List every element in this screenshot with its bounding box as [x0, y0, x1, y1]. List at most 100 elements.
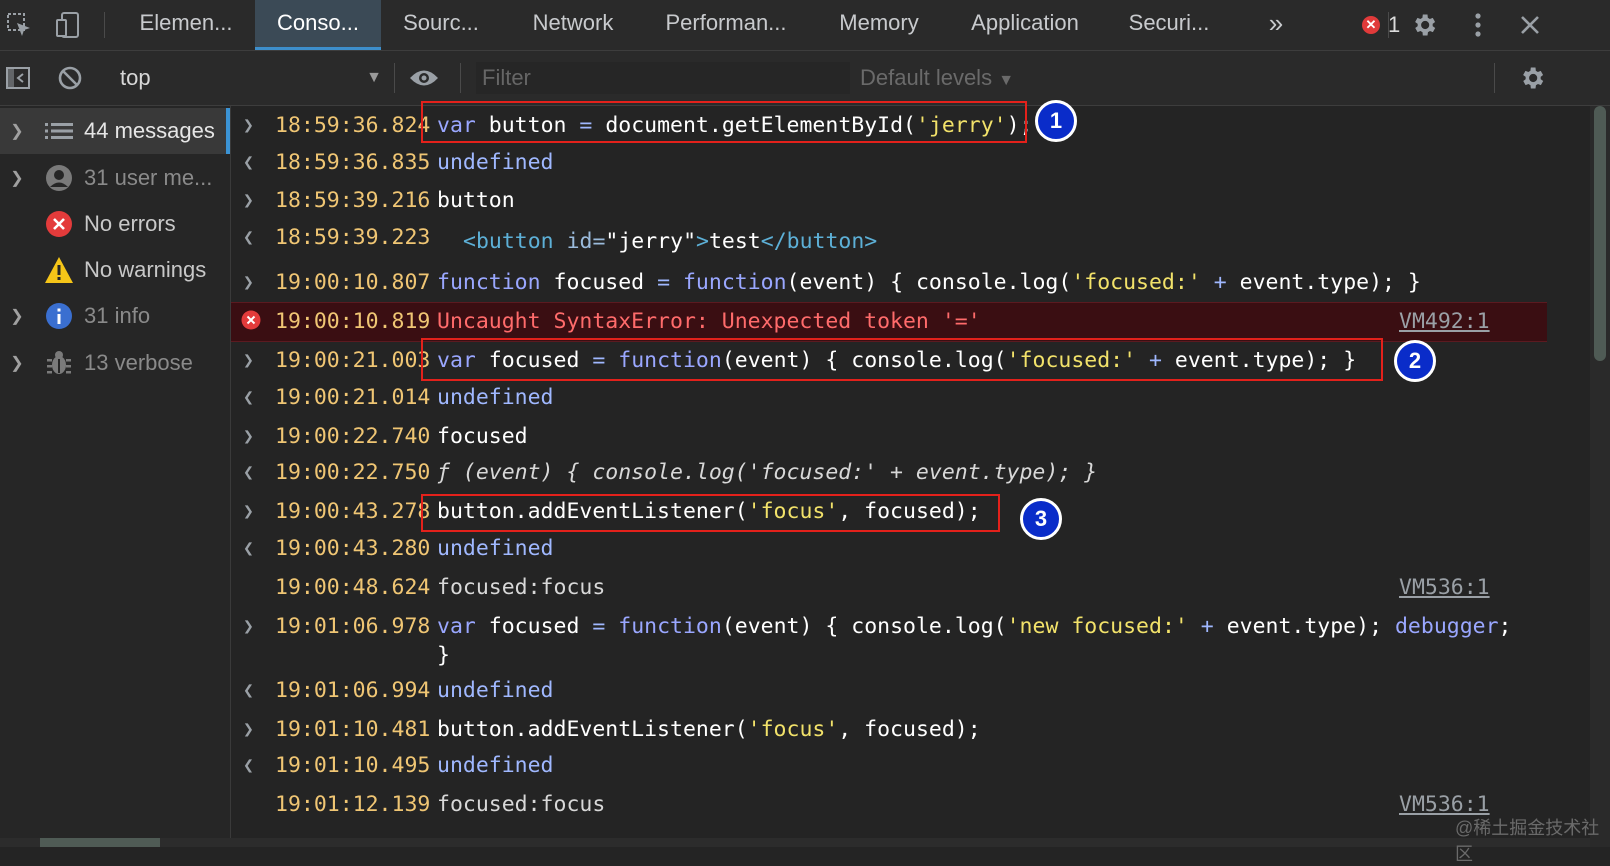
timestamp: 19:00:21.014: [275, 385, 431, 410]
tab-security[interactable]: Securi...: [1112, 0, 1226, 50]
tab-performance[interactable]: Performan...: [648, 0, 804, 50]
context-selector[interactable]: top ▼: [120, 51, 382, 105]
console-code[interactable]: focused:focus: [437, 572, 605, 604]
timestamp: 19:01:06.994: [275, 678, 431, 703]
annotation-badge-3: 3: [1020, 498, 1062, 540]
more-tabs-button[interactable]: »: [1256, 0, 1296, 50]
bug-icon: [34, 349, 84, 377]
timestamp: 19:00:21.003: [275, 348, 431, 373]
console-code[interactable]: undefined: [437, 533, 554, 565]
console-code[interactable]: function focused = function(event) { con…: [437, 267, 1421, 299]
timestamp: 19:01:10.481: [275, 717, 431, 742]
live-expression-eye-icon[interactable]: [404, 51, 444, 105]
timestamp: 18:59:39.216: [275, 188, 431, 213]
console-code[interactable]: undefined: [437, 382, 554, 414]
console-sidebar: ❯ 44 messages ❯ 31 user me... No errors …: [0, 106, 231, 847]
console-code-continuation: }: [437, 643, 450, 668]
console-code[interactable]: focused:focus: [437, 789, 605, 821]
tab-application[interactable]: Application: [950, 0, 1100, 50]
timestamp: 18:59:36.835: [275, 150, 431, 175]
annotation-badge-2: 2: [1394, 340, 1436, 382]
timestamp: 19:00:10.807: [275, 270, 431, 295]
return-arrow-icon: ❮: [243, 680, 254, 701]
console-code[interactable]: ƒ (event) { console.log('focused:' + eve…: [437, 457, 1097, 489]
timestamp: 18:59:36.824: [275, 113, 431, 138]
sidebar-item-verbose[interactable]: ❯ 13 verbose: [0, 340, 230, 386]
error-circle-icon: [241, 309, 265, 341]
horizontal-scrollbar[interactable]: [0, 838, 1590, 847]
vertical-scrollbar[interactable]: [1590, 106, 1610, 847]
sidebar-item-label: No errors: [84, 211, 176, 236]
tabbar-separator: [1388, 12, 1389, 38]
return-arrow-icon: ❮: [243, 538, 254, 559]
source-link[interactable]: VM536:1: [1399, 572, 1490, 604]
console-row-input[interactable]: ❯ 19:01:06.978 var focused = function(ev…: [231, 611, 1551, 675]
sidebar-item-warnings[interactable]: No warnings: [0, 247, 230, 293]
dropdown-triangle-icon: ▼: [366, 69, 382, 86]
inspect-element-icon[interactable]: [0, 0, 38, 50]
chevron-right-icon[interactable]: ❯: [0, 121, 34, 141]
chevron-right-icon: ❯: [243, 190, 254, 211]
chevron-right-icon[interactable]: ❯: [0, 306, 34, 326]
chevron-right-icon[interactable]: ❯: [0, 168, 34, 188]
console-code[interactable]: focused: [437, 421, 528, 453]
timestamp: 18:59:39.223: [275, 225, 431, 250]
sidebar-item-label: 31 info: [84, 303, 151, 328]
chevron-right-icon: ❯: [243, 350, 254, 371]
settings-gear-icon[interactable]: [1404, 0, 1444, 50]
console-code[interactable]: undefined: [437, 750, 554, 782]
timestamp: 19:00:10.819: [275, 309, 431, 334]
console-toolbar: top ▼ Default levels ▼: [0, 51, 1610, 106]
tab-memory[interactable]: Memory: [820, 0, 938, 50]
close-devtools-icon[interactable]: [1512, 0, 1548, 50]
toolbar-separator: [394, 63, 395, 93]
timestamp: 19:00:22.750: [275, 460, 431, 485]
console-code[interactable]: button: [437, 185, 515, 217]
sidebar-item-errors[interactable]: No errors: [0, 201, 230, 247]
tab-sources[interactable]: Sourc...: [388, 0, 494, 50]
error-counter[interactable]: ✕ 1: [1362, 12, 1400, 38]
console-code[interactable]: Uncaught SyntaxError: Unexpected token '…: [437, 306, 981, 338]
chevron-right-icon: ❯: [243, 616, 254, 637]
sidebar-item-messages[interactable]: ❯ 44 messages: [0, 108, 230, 154]
warning-triangle-icon: [34, 256, 84, 284]
sidebar-item-info[interactable]: ❯ 31 info: [0, 293, 230, 339]
console-settings-gear-icon[interactable]: [1512, 51, 1552, 105]
watermark: @稀土掘金技术社区: [1455, 818, 1600, 864]
list-icon: [34, 121, 84, 141]
timestamp: 19:00:43.278: [275, 499, 431, 524]
annotation-box-3: [421, 494, 1000, 532]
annotation-box-1: [421, 101, 1027, 143]
console-code[interactable]: var focused = function(event) { console.…: [437, 611, 1512, 643]
sidebar-item-user-messages[interactable]: ❯ 31 user me...: [0, 155, 230, 201]
chevron-right-icon: ❯: [243, 719, 254, 740]
toolbar-separator: [1494, 63, 1495, 93]
console-output[interactable]: ❯ 18:59:36.824 var button = document.get…: [231, 106, 1590, 847]
sidebar-toggle-icon[interactable]: [0, 51, 36, 105]
console-row-error[interactable]: 19:00:10.819 Uncaught SyntaxError: Unexp…: [231, 302, 1547, 342]
timestamp: 19:00:22.740: [275, 424, 431, 449]
vertical-scrollbar-thumb[interactable]: [1594, 106, 1606, 361]
console-code[interactable]: <button id="jerry">test</button>: [463, 226, 877, 258]
tab-elements[interactable]: Elemen...: [122, 0, 250, 50]
source-link[interactable]: VM492:1: [1399, 306, 1490, 338]
console-code[interactable]: undefined: [437, 147, 554, 179]
timestamp: 19:01:10.495: [275, 753, 431, 778]
console-code[interactable]: button.addEventListener('focus', focused…: [437, 714, 981, 746]
chevron-right-icon[interactable]: ❯: [0, 353, 34, 373]
return-arrow-icon: ❮: [243, 227, 254, 248]
tab-console[interactable]: Conso...: [255, 0, 381, 50]
log-levels-label: Default levels: [860, 65, 993, 90]
more-options-kebab-icon[interactable]: [1462, 0, 1494, 50]
horizontal-scrollbar-thumb[interactable]: [40, 838, 160, 847]
device-toolbar-icon[interactable]: [48, 0, 88, 50]
log-levels-dropdown[interactable]: Default levels ▼: [860, 51, 1014, 105]
user-avatar-icon: [34, 164, 84, 192]
error-count: 1: [1388, 12, 1401, 37]
context-selector-label: top: [120, 65, 151, 90]
devtools-tabbar: Elemen... Conso... Sourc... Network Perf…: [0, 0, 1610, 51]
console-code[interactable]: undefined: [437, 675, 554, 707]
clear-console-icon[interactable]: [50, 51, 90, 105]
tab-network[interactable]: Network: [514, 0, 632, 50]
filter-input[interactable]: [476, 62, 850, 94]
